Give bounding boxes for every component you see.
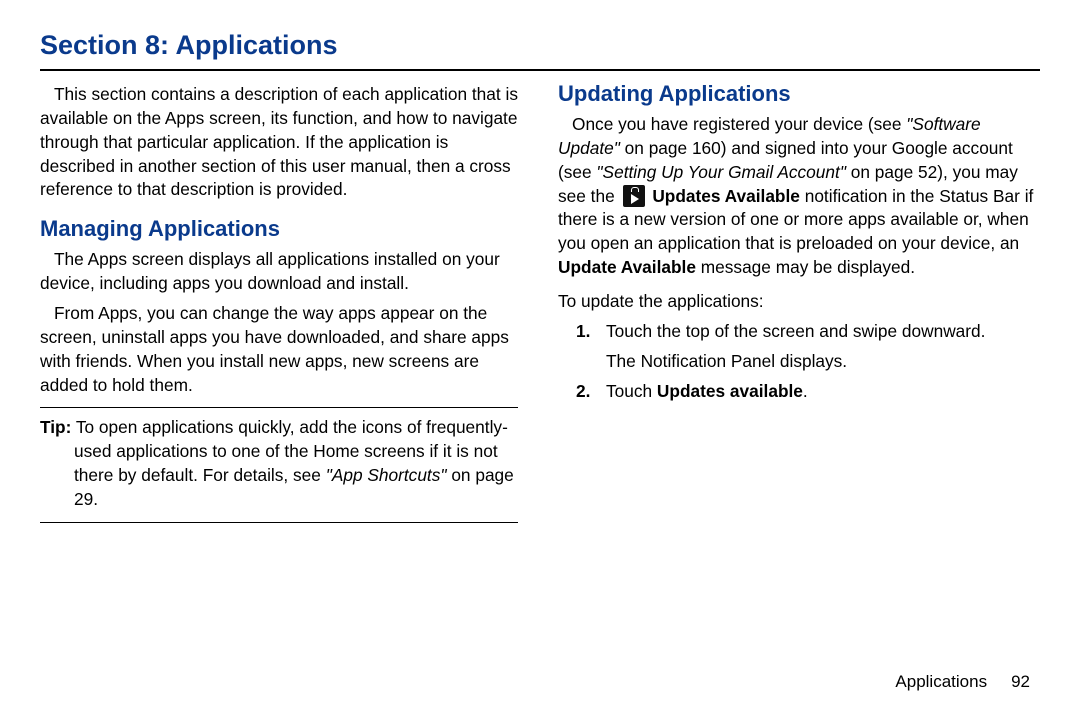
updating-applications-heading: Updating Applications bbox=[558, 81, 1036, 107]
manual-page: Section 8: Applications This section con… bbox=[0, 0, 1080, 720]
managing-p1: The Apps screen displays all application… bbox=[40, 248, 518, 296]
step-1-sub: The Notification Panel displays. bbox=[606, 350, 1036, 374]
tip-link-app-shortcuts: "App Shortcuts" bbox=[326, 465, 447, 485]
link-gmail-account: "Setting Up Your Gmail Account" bbox=[596, 162, 846, 182]
section-title: Section 8: Applications bbox=[40, 30, 1040, 61]
step-2: Touch Updates available. bbox=[558, 380, 1036, 404]
intro-paragraph: This section contains a description of e… bbox=[40, 83, 518, 202]
step-1: Touch the top of the screen and swipe do… bbox=[558, 320, 1036, 374]
step-2-suffix: . bbox=[803, 381, 808, 401]
to-update-lead-in: To update the applications: bbox=[558, 290, 1036, 314]
right-column: Updating Applications Once you have regi… bbox=[558, 81, 1036, 531]
footer-chapter: Applications bbox=[895, 672, 987, 691]
divider-thin-top bbox=[40, 407, 518, 408]
tip-block: Tip: To open applications quickly, add t… bbox=[40, 416, 518, 511]
divider-heavy bbox=[40, 69, 1040, 71]
updating-paragraph: Once you have registered your device (se… bbox=[558, 113, 1036, 280]
step-2-bold: Updates available bbox=[657, 381, 803, 401]
tip-label: Tip: bbox=[40, 417, 71, 437]
update-steps-list: Touch the top of the screen and swipe do… bbox=[558, 320, 1036, 404]
two-column-layout: This section contains a description of e… bbox=[40, 81, 1040, 531]
updates-available-icon bbox=[623, 185, 645, 207]
run-e: message may be displayed. bbox=[696, 257, 915, 277]
step-2-prefix: Touch bbox=[606, 381, 657, 401]
managing-applications-heading: Managing Applications bbox=[40, 216, 518, 242]
left-column: This section contains a description of e… bbox=[40, 81, 518, 531]
step-1-text: Touch the top of the screen and swipe do… bbox=[606, 321, 985, 341]
footer-page-number: 92 bbox=[1011, 672, 1030, 691]
divider-thin-bottom bbox=[40, 522, 518, 523]
bold-updates-available: Updates Available bbox=[652, 186, 800, 206]
managing-p2: From Apps, you can change the way apps a… bbox=[40, 302, 518, 397]
bold-update-available: Update Available bbox=[558, 257, 696, 277]
page-footer: Applications 92 bbox=[895, 672, 1030, 692]
run-a: Once you have registered your device (se… bbox=[572, 114, 906, 134]
